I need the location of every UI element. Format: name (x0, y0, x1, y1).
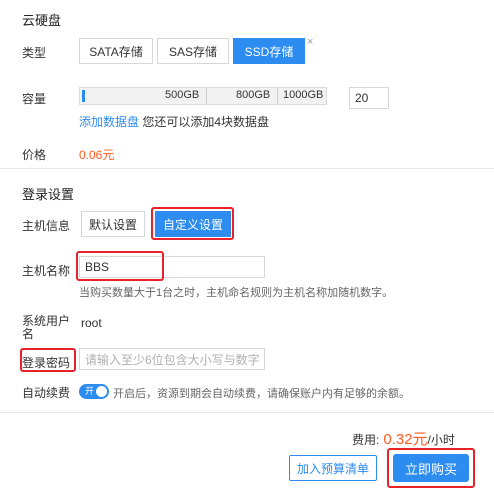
host-info-label: 主机信息 (22, 219, 71, 233)
auto-renew-label: 自动续费 (22, 386, 71, 400)
fee-label: 费用: (352, 433, 380, 447)
add-disk-link[interactable]: 添加数据盘 (79, 115, 139, 129)
login-section-title: 登录设置 (22, 187, 75, 202)
capacity-mark-800: 800GB (236, 89, 271, 101)
capacity-number-input[interactable]: 20 (349, 87, 389, 109)
toggle-knob (96, 386, 107, 397)
fee-row: 费用: 0.32元 /小时 (352, 428, 455, 449)
cloud-disk-section-title: 云硬盘 (22, 13, 62, 28)
password-label: 登录密码 (22, 356, 71, 370)
disk-type-ssd-button[interactable]: SSD存储 (233, 38, 305, 64)
hostname-label: 主机名称 (22, 264, 71, 278)
sys-user-value: root (81, 316, 102, 330)
fee-value: 0.32元 (383, 431, 428, 448)
auto-renew-toggle-text: 开 (85, 386, 95, 396)
hostname-hint: 当购买数量大于1台之时，主机命名规则为主机名称加随机数字。 (79, 287, 394, 299)
section-divider (0, 168, 494, 169)
buy-now-button[interactable]: 立即购买 (393, 454, 469, 482)
disk-type-sas-button[interactable]: SAS存储 (157, 38, 229, 64)
add-budget-button[interactable]: 加入预算清单 (289, 455, 377, 481)
auto-renew-toggle[interactable]: 开 (79, 384, 109, 399)
close-icon[interactable]: × (307, 37, 313, 48)
sys-user-label: 系统用户名 (22, 314, 71, 341)
host-default-setting-button[interactable]: 默认设置 (81, 211, 145, 237)
disk-type-label: 类型 (22, 46, 47, 60)
fee-unit: /小时 (427, 433, 455, 447)
host-custom-setting-button[interactable]: 自定义设置 (155, 211, 231, 237)
section-divider (0, 412, 494, 413)
capacity-mark-1000: 1000GB (283, 89, 324, 101)
password-input[interactable]: 请输入至少6位包含大小写与数字 (79, 348, 265, 370)
capacity-mark-500: 500GB (165, 89, 200, 101)
password-placeholder: 请输入至少6位包含大小写与数字 (85, 352, 260, 367)
capacity-slider[interactable]: 500GB 800GB 1000GB (79, 87, 327, 105)
auto-renew-hint: 开启后，资源到期会自动续费，请确保账户内有足够的余额。 (113, 388, 410, 400)
price-label: 价格 (22, 148, 47, 162)
capacity-label: 容量 (22, 92, 47, 106)
add-disk-row: 添加数据盘 您还可以添加4块数据盘 (79, 113, 269, 130)
hostname-input[interactable]: BBS (79, 256, 265, 278)
add-disk-hint: 您还可以添加4块数据盘 (142, 115, 270, 129)
price-value: 0.06元 (79, 148, 115, 162)
disk-type-sata-button[interactable]: SATA存储 (79, 38, 153, 64)
